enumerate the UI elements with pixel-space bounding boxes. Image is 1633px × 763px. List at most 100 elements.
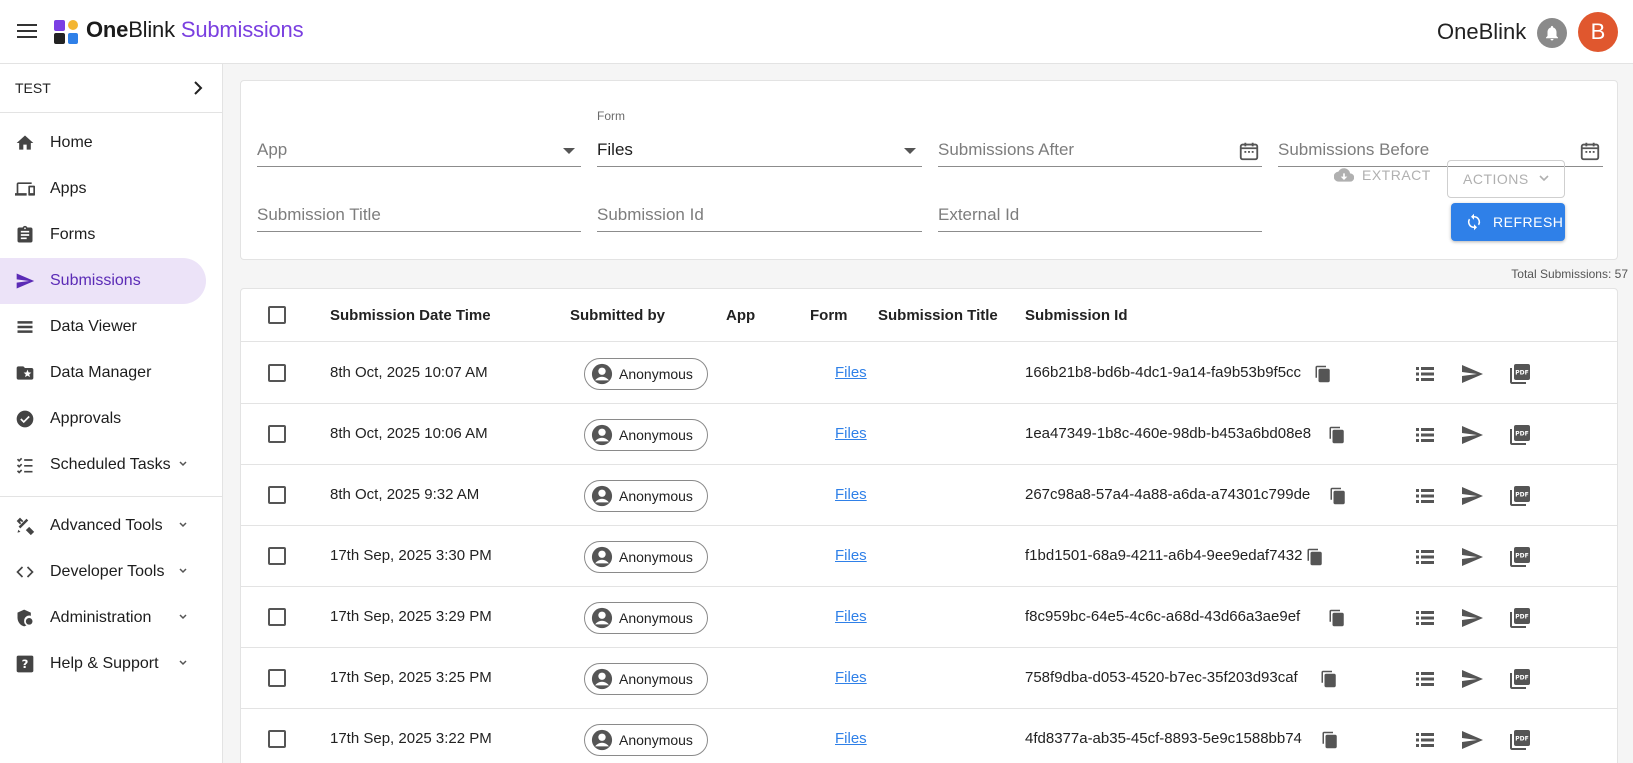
sidebar-item-help-support[interactable]: ? Help & Support (0, 641, 223, 687)
actions-dropdown[interactable]: ACTIONS (1447, 160, 1565, 198)
row-checkbox[interactable] (268, 730, 286, 748)
copy-icon[interactable] (1329, 486, 1347, 506)
copy-icon[interactable] (1306, 547, 1324, 567)
send-icon[interactable] (1460, 423, 1484, 447)
select-all-checkbox[interactable] (268, 306, 286, 324)
form-link[interactable]: Files (835, 364, 867, 381)
view-details-icon[interactable] (1413, 667, 1437, 691)
submitted-by-chip[interactable]: Anonymous (584, 602, 708, 634)
hamburger-menu-icon[interactable] (14, 20, 40, 44)
send-icon[interactable] (1460, 484, 1484, 508)
sidebar-item-administration[interactable]: Administration (0, 595, 223, 641)
form-link[interactable]: Files (835, 547, 867, 564)
column-header[interactable]: Form (810, 307, 848, 324)
calendar-icon[interactable] (1238, 140, 1260, 162)
sidebar-item-data-viewer[interactable]: Data Viewer (0, 304, 223, 350)
submissions-after-field[interactable]: Submissions After (938, 127, 1262, 167)
row-checkbox[interactable] (268, 364, 286, 382)
sidebar-item-developer-tools[interactable]: Developer Tools (0, 549, 223, 595)
home-icon (16, 135, 34, 150)
submitted-by-chip[interactable]: Anonymous (584, 419, 708, 451)
submitted-by-chip[interactable]: Anonymous (584, 541, 708, 573)
submitted-by-chip[interactable]: Anonymous (584, 724, 708, 756)
copy-icon[interactable] (1321, 730, 1339, 750)
notifications-bell-icon[interactable] (1537, 18, 1567, 48)
row-checkbox[interactable] (268, 608, 286, 626)
submission-id-input[interactable]: Submission Id (597, 192, 922, 232)
submitted-by-chip[interactable]: Anonymous (584, 358, 708, 390)
sidebar: TEST Home Apps Forms Submissions Data Vi… (0, 64, 223, 763)
app-select[interactable]: App (257, 127, 581, 167)
environment-selector[interactable]: TEST (0, 64, 222, 113)
send-icon[interactable] (1460, 362, 1484, 386)
column-header[interactable]: App (726, 307, 755, 324)
sidebar-item-scheduled-tasks[interactable]: Scheduled Tasks (0, 442, 223, 488)
column-header[interactable]: Submission Date Time (330, 307, 491, 324)
row-checkbox[interactable] (268, 486, 286, 504)
pdf-icon[interactable]: PDF (1508, 545, 1532, 569)
send-icon[interactable] (1460, 667, 1484, 691)
pdf-icon[interactable]: PDF (1508, 728, 1532, 752)
brand-title[interactable]: OneBlink Submissions (86, 17, 304, 43)
copy-icon[interactable] (1328, 425, 1346, 445)
pdf-icon[interactable]: PDF (1508, 423, 1532, 447)
view-details-icon[interactable] (1413, 728, 1437, 752)
sidebar-item-label: Submissions (50, 272, 141, 289)
form-link[interactable]: Files (835, 486, 867, 503)
table-row[interactable]: 8th Oct, 2025 10:06 AM Anonymous Files 1ea4… (241, 404, 1617, 465)
copy-icon[interactable] (1314, 364, 1332, 384)
submission-title-input[interactable]: Submission Title (257, 192, 581, 232)
table-row[interactable]: 17th Sep, 2025 3:22 PM Anonymous Files 4fd8… (241, 709, 1617, 763)
external-id-input[interactable]: External Id (938, 192, 1262, 232)
organisation-name: OneBlink (1437, 19, 1527, 44)
view-details-icon[interactable] (1413, 423, 1437, 447)
table-row[interactable]: 17th Sep, 2025 3:25 PM Anonymous Files 758f… (241, 648, 1617, 709)
sidebar-item-submissions[interactable]: Submissions (0, 258, 206, 304)
form-select[interactable]: Form Files (597, 109, 922, 167)
table-row[interactable]: 8th Oct, 2025 10:07 AM Anonymous Files 166b… (241, 343, 1617, 404)
submissions-before-label: Submissions Before (1278, 140, 1430, 159)
table-row[interactable]: 8th Oct, 2025 9:32 AM Anonymous Files 267c9… (241, 465, 1617, 526)
submitted-by-chip[interactable]: Anonymous (584, 663, 708, 695)
sidebar-item-apps[interactable]: Apps (0, 166, 223, 212)
sidebar-item-advanced-tools[interactable]: Advanced Tools (0, 503, 223, 549)
pdf-icon[interactable]: PDF (1508, 606, 1532, 630)
row-checkbox[interactable] (268, 425, 286, 443)
send-icon[interactable] (1460, 606, 1484, 630)
copy-icon[interactable] (1328, 608, 1346, 628)
table-row[interactable]: 17th Sep, 2025 3:30 PM Anonymous Files f1bd… (241, 526, 1617, 587)
external-id-label: External Id (938, 205, 1020, 224)
column-header[interactable]: Submission Title (878, 307, 998, 324)
column-header[interactable]: Submitted by (570, 307, 665, 324)
view-details-icon[interactable] (1413, 362, 1437, 386)
pdf-icon[interactable]: PDF (1508, 362, 1532, 386)
view-details-icon[interactable] (1413, 545, 1437, 569)
send-icon[interactable] (1460, 545, 1484, 569)
sidebar-item-home[interactable]: Home (0, 120, 223, 166)
view-details-icon[interactable] (1413, 606, 1437, 630)
sidebar-item-data-manager[interactable]: Data Manager (0, 350, 223, 396)
row-checkbox[interactable] (268, 669, 286, 687)
sidebar-item-approvals[interactable]: Approvals (0, 396, 223, 442)
user-avatar[interactable]: B (1578, 12, 1618, 52)
table-row[interactable]: 17th Sep, 2025 3:29 PM Anonymous Files f8c9… (241, 587, 1617, 648)
form-link[interactable]: Files (835, 669, 867, 686)
submitted-by-chip[interactable]: Anonymous (584, 480, 708, 512)
form-link[interactable]: Files (835, 608, 867, 625)
calendar-icon[interactable] (1579, 140, 1601, 162)
view-details-icon[interactable] (1413, 484, 1437, 508)
column-header[interactable]: Submission Id (1025, 307, 1128, 324)
send-icon[interactable] (1460, 728, 1484, 752)
check-circle-icon (16, 410, 34, 428)
extract-button[interactable]: EXTRACT (1334, 167, 1431, 183)
pdf-icon[interactable]: PDF (1508, 484, 1532, 508)
pdf-icon[interactable]: PDF (1508, 667, 1532, 691)
copy-icon[interactable] (1320, 669, 1338, 689)
sidebar-item-forms[interactable]: Forms (0, 212, 223, 258)
refresh-button[interactable]: REFRESH (1451, 203, 1565, 241)
form-link[interactable]: Files (835, 730, 867, 747)
submitted-by-label: Anonymous (619, 732, 693, 748)
account-circle-icon (591, 424, 613, 446)
form-link[interactable]: Files (835, 425, 867, 442)
row-checkbox[interactable] (268, 547, 286, 565)
